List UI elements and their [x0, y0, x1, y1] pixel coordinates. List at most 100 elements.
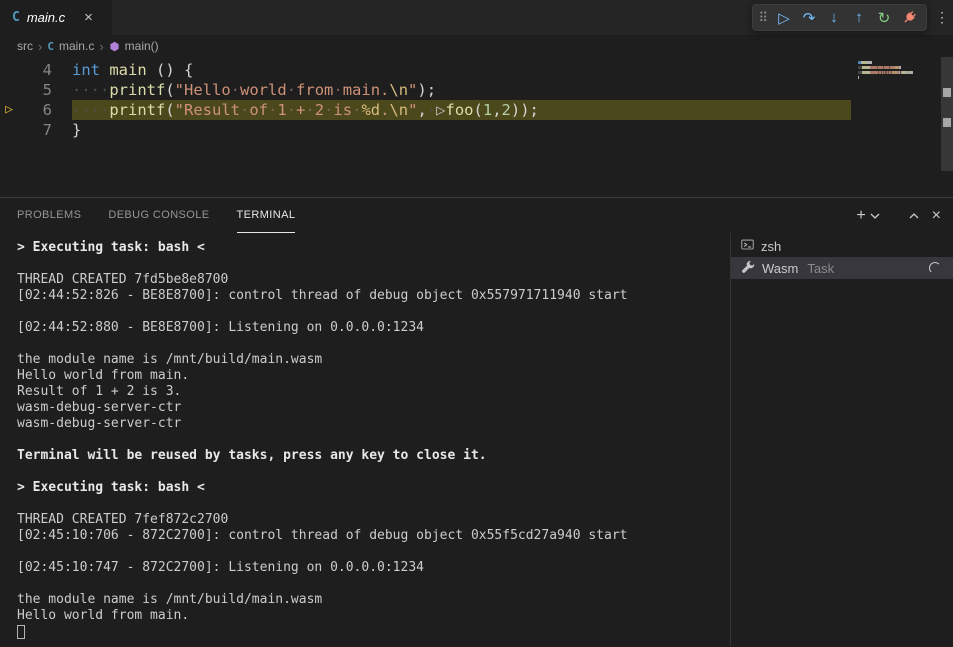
- minimap-segment: [862, 71, 869, 74]
- breadcrumb: src › C main.c › main(): [0, 35, 953, 57]
- editor-scrollbar[interactable]: [941, 57, 953, 171]
- debug-current-line-arrow-icon[interactable]: ▷: [0, 100, 18, 120]
- chevron-right-icon: ›: [99, 39, 103, 54]
- drag-handle-icon[interactable]: ⠿: [758, 10, 768, 26]
- code-line[interactable]: ▷6····printf("Result·of·1·+·2·is·%d.\n",…: [0, 100, 953, 120]
- breadcrumb-folder[interactable]: src: [17, 39, 33, 53]
- terminal-dropdown-button[interactable]: [870, 212, 880, 220]
- code-token: [100, 61, 109, 79]
- terminal-output[interactable]: > Executing task: bash < THREAD CREATED 7…: [0, 233, 730, 646]
- minimap-segment: [858, 76, 859, 79]
- tab-main-c[interactable]: C main.c ×: [0, 0, 112, 35]
- terminal-line: [17, 304, 730, 320]
- code-line[interactable]: 4 int main () {: [0, 60, 953, 80]
- code-line-content[interactable]: ····printf("Hello·world·from·main.\n");: [72, 80, 851, 100]
- code-token: ·: [268, 101, 277, 119]
- terminal-line: > Executing task: bash <: [17, 480, 730, 496]
- code-token: from: [296, 81, 333, 99]
- tab-bar: C main.c × ⠿ ▷ ↷ ↓ ↑ ↻ ⋮: [0, 0, 953, 35]
- terminal-item-wasm-task[interactable]: Wasm Task: [731, 257, 953, 279]
- code-token: foo: [446, 101, 474, 119]
- terminal-line: wasm-debug-server-ctr: [17, 400, 730, 416]
- minimap-segment: [862, 66, 869, 69]
- terminal-line: [17, 544, 730, 560]
- more-actions-icon[interactable]: ⋮: [935, 9, 949, 26]
- symbol-method-icon: [109, 41, 120, 52]
- terminal-item-label: zsh: [761, 239, 781, 254]
- code-line[interactable]: 5····printf("Hello·world·from·main.\n");: [0, 80, 953, 100]
- code-token: "Hello: [175, 81, 231, 99]
- terminal-line: [02:44:52:880 - BE8E8700]: Listening on …: [17, 320, 730, 336]
- bottom-panel: PROBLEMS DEBUG CONSOLE TERMINAL + × > Ex…: [0, 197, 953, 647]
- code-token: main: [109, 61, 146, 79]
- terminal-item-zsh[interactable]: zsh: [731, 235, 953, 257]
- terminal-list: zsh Wasm Task: [730, 233, 953, 646]
- restart-button[interactable]: ↻: [872, 6, 896, 30]
- terminal-line: > Executing task: bash <: [17, 240, 730, 256]
- maximize-panel-button[interactable]: [909, 212, 919, 220]
- terminal-cursor[interactable]: [17, 625, 25, 639]
- terminal-line: the module name is /mnt/build/main.wasm: [17, 592, 730, 608]
- tab-debug-console[interactable]: DEBUG CONSOLE: [108, 198, 209, 233]
- minimap-line: [858, 61, 938, 64]
- code-token: world: [240, 81, 287, 99]
- code-token: ·: [305, 101, 314, 119]
- code-line[interactable]: 7}: [0, 120, 953, 140]
- line-number: 5: [18, 80, 52, 100]
- code-token: main.: [343, 81, 390, 99]
- code-token: 1: [483, 101, 492, 119]
- terminal-line: THREAD CREATED 7fd5be8e8700: [17, 272, 730, 288]
- terminal-item-description: Task: [807, 261, 834, 276]
- code-line-content[interactable]: int main () {: [72, 60, 851, 80]
- code-token: ": [408, 81, 417, 99]
- minimap[interactable]: [855, 59, 941, 194]
- code-token: );: [417, 81, 436, 99]
- code-token: ·: [287, 81, 296, 99]
- breakpoint-gutter[interactable]: [0, 80, 18, 100]
- breakpoint-gutter[interactable]: [0, 120, 18, 140]
- code-token: 2: [315, 101, 324, 119]
- terminal-line: [17, 256, 730, 272]
- breadcrumb-symbol[interactable]: main(): [125, 39, 159, 53]
- code-token: ·: [427, 101, 436, 119]
- terminal-line: Hello world from main.: [17, 368, 730, 384]
- code-token: "Result: [175, 101, 240, 119]
- panel-actions: + ×: [856, 207, 941, 225]
- step-over-button[interactable]: ↷: [797, 6, 821, 30]
- terminal-line: wasm-debug-server-ctr: [17, 416, 730, 432]
- overview-ruler-mark: [943, 88, 951, 97]
- step-out-button[interactable]: ↑: [847, 6, 871, 30]
- line-number: 4: [18, 60, 52, 80]
- code-line-content[interactable]: ····printf("Result·of·1·+·2·is·%d.\n",·▷…: [72, 100, 851, 120]
- tab-terminal[interactable]: TERMINAL: [237, 198, 296, 233]
- breadcrumb-file[interactable]: main.c: [59, 39, 94, 53]
- code-line-content[interactable]: }: [72, 120, 851, 140]
- code-token: }: [72, 121, 81, 139]
- breakpoint-gutter[interactable]: [0, 60, 18, 80]
- step-into-button[interactable]: ↓: [822, 6, 846, 30]
- code-token: ····: [72, 81, 109, 99]
- disconnect-plug-icon: [902, 10, 917, 25]
- new-terminal-button[interactable]: +: [856, 207, 865, 225]
- line-number: 7: [18, 120, 52, 140]
- terminal-icon: [741, 238, 754, 254]
- code-token: ····: [72, 101, 109, 119]
- code-token: of: [249, 101, 268, 119]
- terminal-line: Result of 1 + 2 is 3.: [17, 384, 730, 400]
- code-token: \n: [389, 81, 408, 99]
- tab-problems[interactable]: PROBLEMS: [17, 198, 81, 233]
- disconnect-button[interactable]: [897, 6, 921, 30]
- code-token: printf: [109, 101, 165, 119]
- terminal-line: the module name is /mnt/build/main.wasm: [17, 352, 730, 368]
- close-icon[interactable]: ×: [84, 9, 93, 26]
- code-token: ·: [231, 81, 240, 99]
- c-file-icon: C: [12, 10, 20, 25]
- close-panel-button[interactable]: ×: [932, 207, 941, 225]
- c-file-icon: C: [47, 40, 54, 53]
- code-token: ·: [287, 101, 296, 119]
- code-editor[interactable]: 4int main () {5····printf("Hello·world·f…: [0, 57, 953, 196]
- continue-button[interactable]: ▷: [772, 6, 796, 30]
- minimap-segment: [870, 71, 878, 74]
- overview-ruler-mark: [943, 118, 951, 127]
- chevron-down-icon: [870, 212, 880, 220]
